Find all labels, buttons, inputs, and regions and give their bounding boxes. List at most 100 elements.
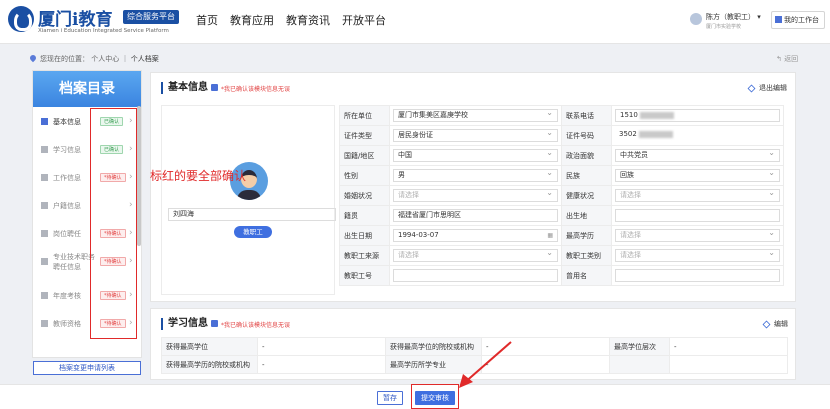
field-label: 教职工来源: [339, 245, 390, 266]
user-menu[interactable]: 陈方（教职工） ▾ 厦门市实验学校: [690, 10, 770, 36]
field-label: 获得最高学位: [161, 337, 258, 356]
user-name: 陈方（教职工）: [706, 13, 755, 21]
field-value: 中共党员: [620, 151, 648, 159]
grid-icon: [41, 230, 48, 237]
field-label: 教职工号: [339, 265, 390, 286]
field-label: 出生地: [561, 205, 612, 226]
field-value: 中国: [398, 151, 412, 159]
field-label: 证件类型: [339, 125, 390, 146]
nav-home[interactable]: 首页: [196, 12, 218, 28]
field-value-cell: 居民身份证: [389, 125, 562, 146]
field-value: [669, 355, 788, 374]
input-field[interactable]: 3502: [615, 129, 780, 142]
nav-open-platform[interactable]: 开放平台: [342, 12, 386, 28]
role-badge: 教职工: [234, 226, 272, 238]
field-label: 性别: [339, 165, 390, 186]
grid-icon: [41, 292, 48, 299]
form-row: 教职工来源请选择教职工类别请选择: [339, 245, 784, 266]
field-value-cell: [611, 265, 784, 286]
field-value: 厦门市集美区嘉庚学校: [398, 111, 468, 119]
back-link[interactable]: ↰ 返回: [776, 54, 798, 64]
study-info-title: 学习信息: [161, 318, 208, 330]
field-value-cell: 1994-03-07: [389, 225, 562, 246]
input-field[interactable]: [615, 209, 780, 222]
field-value-cell: [389, 265, 562, 286]
field-value-cell: 福建省厦门市思明区: [389, 205, 562, 226]
select-field[interactable]: 请选择: [393, 249, 558, 262]
field-value: 居民身份证: [398, 131, 433, 139]
redacted-mask: [638, 130, 673, 138]
field-label: 国籍/地区: [339, 145, 390, 166]
field-value-cell: 请选择: [611, 185, 784, 206]
field-value-cell: 中国: [389, 145, 562, 166]
grid-icon: [41, 174, 48, 181]
breadcrumb-personal-file: 个人档案: [130, 55, 159, 63]
back-arrow-icon: ↰: [776, 55, 785, 63]
study-edit-button[interactable]: 编辑: [762, 319, 788, 329]
select-field[interactable]: 请选择: [615, 189, 780, 202]
field-label: 出生日期: [339, 225, 390, 246]
field-value-cell: 请选择: [389, 185, 562, 206]
annotation-note: 标红的要全部确认: [150, 169, 247, 183]
basic-info-form: 所在单位厦门市集美区嘉庚学校 联系电话 1510 证件类型居民身份证 证件号码 3502 国…: [339, 105, 784, 286]
sidebar-scrollbar[interactable]: [137, 106, 141, 246]
select-field[interactable]: 请选择: [615, 229, 780, 242]
nav-news[interactable]: 教育资讯: [286, 12, 330, 28]
field-label: [609, 355, 670, 374]
input-field[interactable]: 1510: [615, 109, 780, 122]
change-request-list-button[interactable]: 档案变更申请列表: [33, 361, 141, 375]
select-field[interactable]: 回族: [615, 169, 780, 182]
select-field[interactable]: 请选择: [393, 189, 558, 202]
field-label: 民族: [561, 165, 612, 186]
select-field[interactable]: 男: [393, 169, 558, 182]
select-field[interactable]: 居民身份证: [393, 129, 558, 142]
field-value: 回族: [620, 171, 634, 179]
input-field[interactable]: [393, 269, 558, 282]
input-field[interactable]: 1994-03-07: [393, 229, 558, 242]
grid-icon: [41, 118, 48, 125]
grid-icon: [41, 320, 48, 327]
nav-apps[interactable]: 教育应用: [230, 12, 274, 28]
save-draft-button[interactable]: 暂存: [377, 391, 403, 405]
select-field[interactable]: 厦门市集美区嘉庚学校: [393, 109, 558, 122]
breadcrumb: 您现在的位置： 个人中心 ｜ 个人档案 ↰ 返回: [0, 52, 830, 66]
field-label: 获得最高学历的院校或机构: [161, 355, 258, 374]
form-row: 所在单位厦门市集美区嘉庚学校 联系电话 1510: [339, 105, 784, 126]
highlight-box-badges: [90, 108, 137, 339]
field-label: 健康状况: [561, 185, 612, 206]
field-value: 1994-03-07: [398, 231, 439, 239]
field-value: 3502: [619, 130, 637, 138]
grid-icon: [41, 146, 48, 153]
form-row: 籍贯 福建省厦门市思明区 出生地: [339, 205, 784, 226]
name-field[interactable]: 刘四海: [168, 208, 336, 221]
exit-edit-button[interactable]: 退出编辑: [747, 83, 787, 93]
main-nav: 首页 教育应用 教育资讯 开放平台: [196, 12, 386, 28]
photo-area: 刘四海 教职工: [161, 105, 336, 295]
select-field[interactable]: 中共党员: [615, 149, 780, 162]
input-field[interactable]: [615, 269, 780, 282]
field-value: 请选择: [620, 251, 641, 259]
grid-icon: [41, 258, 48, 265]
field-value: 福建省厦门市思明区: [398, 211, 461, 219]
field-value: -: [257, 337, 386, 356]
field-label: 政治面貌: [561, 145, 612, 166]
breadcrumb-personal-center[interactable]: 个人中心: [91, 55, 119, 63]
field-value: 请选择: [620, 191, 641, 199]
field-value-cell: 请选择: [611, 225, 784, 246]
field-value-cell: 请选择: [389, 245, 562, 266]
workbench-button[interactable]: 我的工作台: [771, 11, 825, 29]
form-row: 出生日期 1994-03-07 最高学历请选择: [339, 225, 784, 246]
logo-title: 厦门i教育: [38, 10, 113, 30]
logo-badge: 综合服务平台: [123, 10, 179, 24]
field-value-cell: 3502: [611, 125, 784, 146]
field-value-cell: 中共党员: [611, 145, 784, 166]
avatar-body: [237, 190, 261, 200]
form-row: 性别男 民族回族: [339, 165, 784, 186]
study-confirm-label: *我已确认该模块信息无误: [221, 322, 291, 329]
field-value-cell: 1510: [611, 105, 784, 126]
breadcrumb-separator: ｜: [121, 55, 131, 63]
select-field[interactable]: 中国: [393, 149, 558, 162]
input-field[interactable]: 福建省厦门市思明区: [393, 209, 558, 222]
field-value: 请选择: [620, 231, 641, 239]
select-field[interactable]: 请选择: [615, 249, 780, 262]
